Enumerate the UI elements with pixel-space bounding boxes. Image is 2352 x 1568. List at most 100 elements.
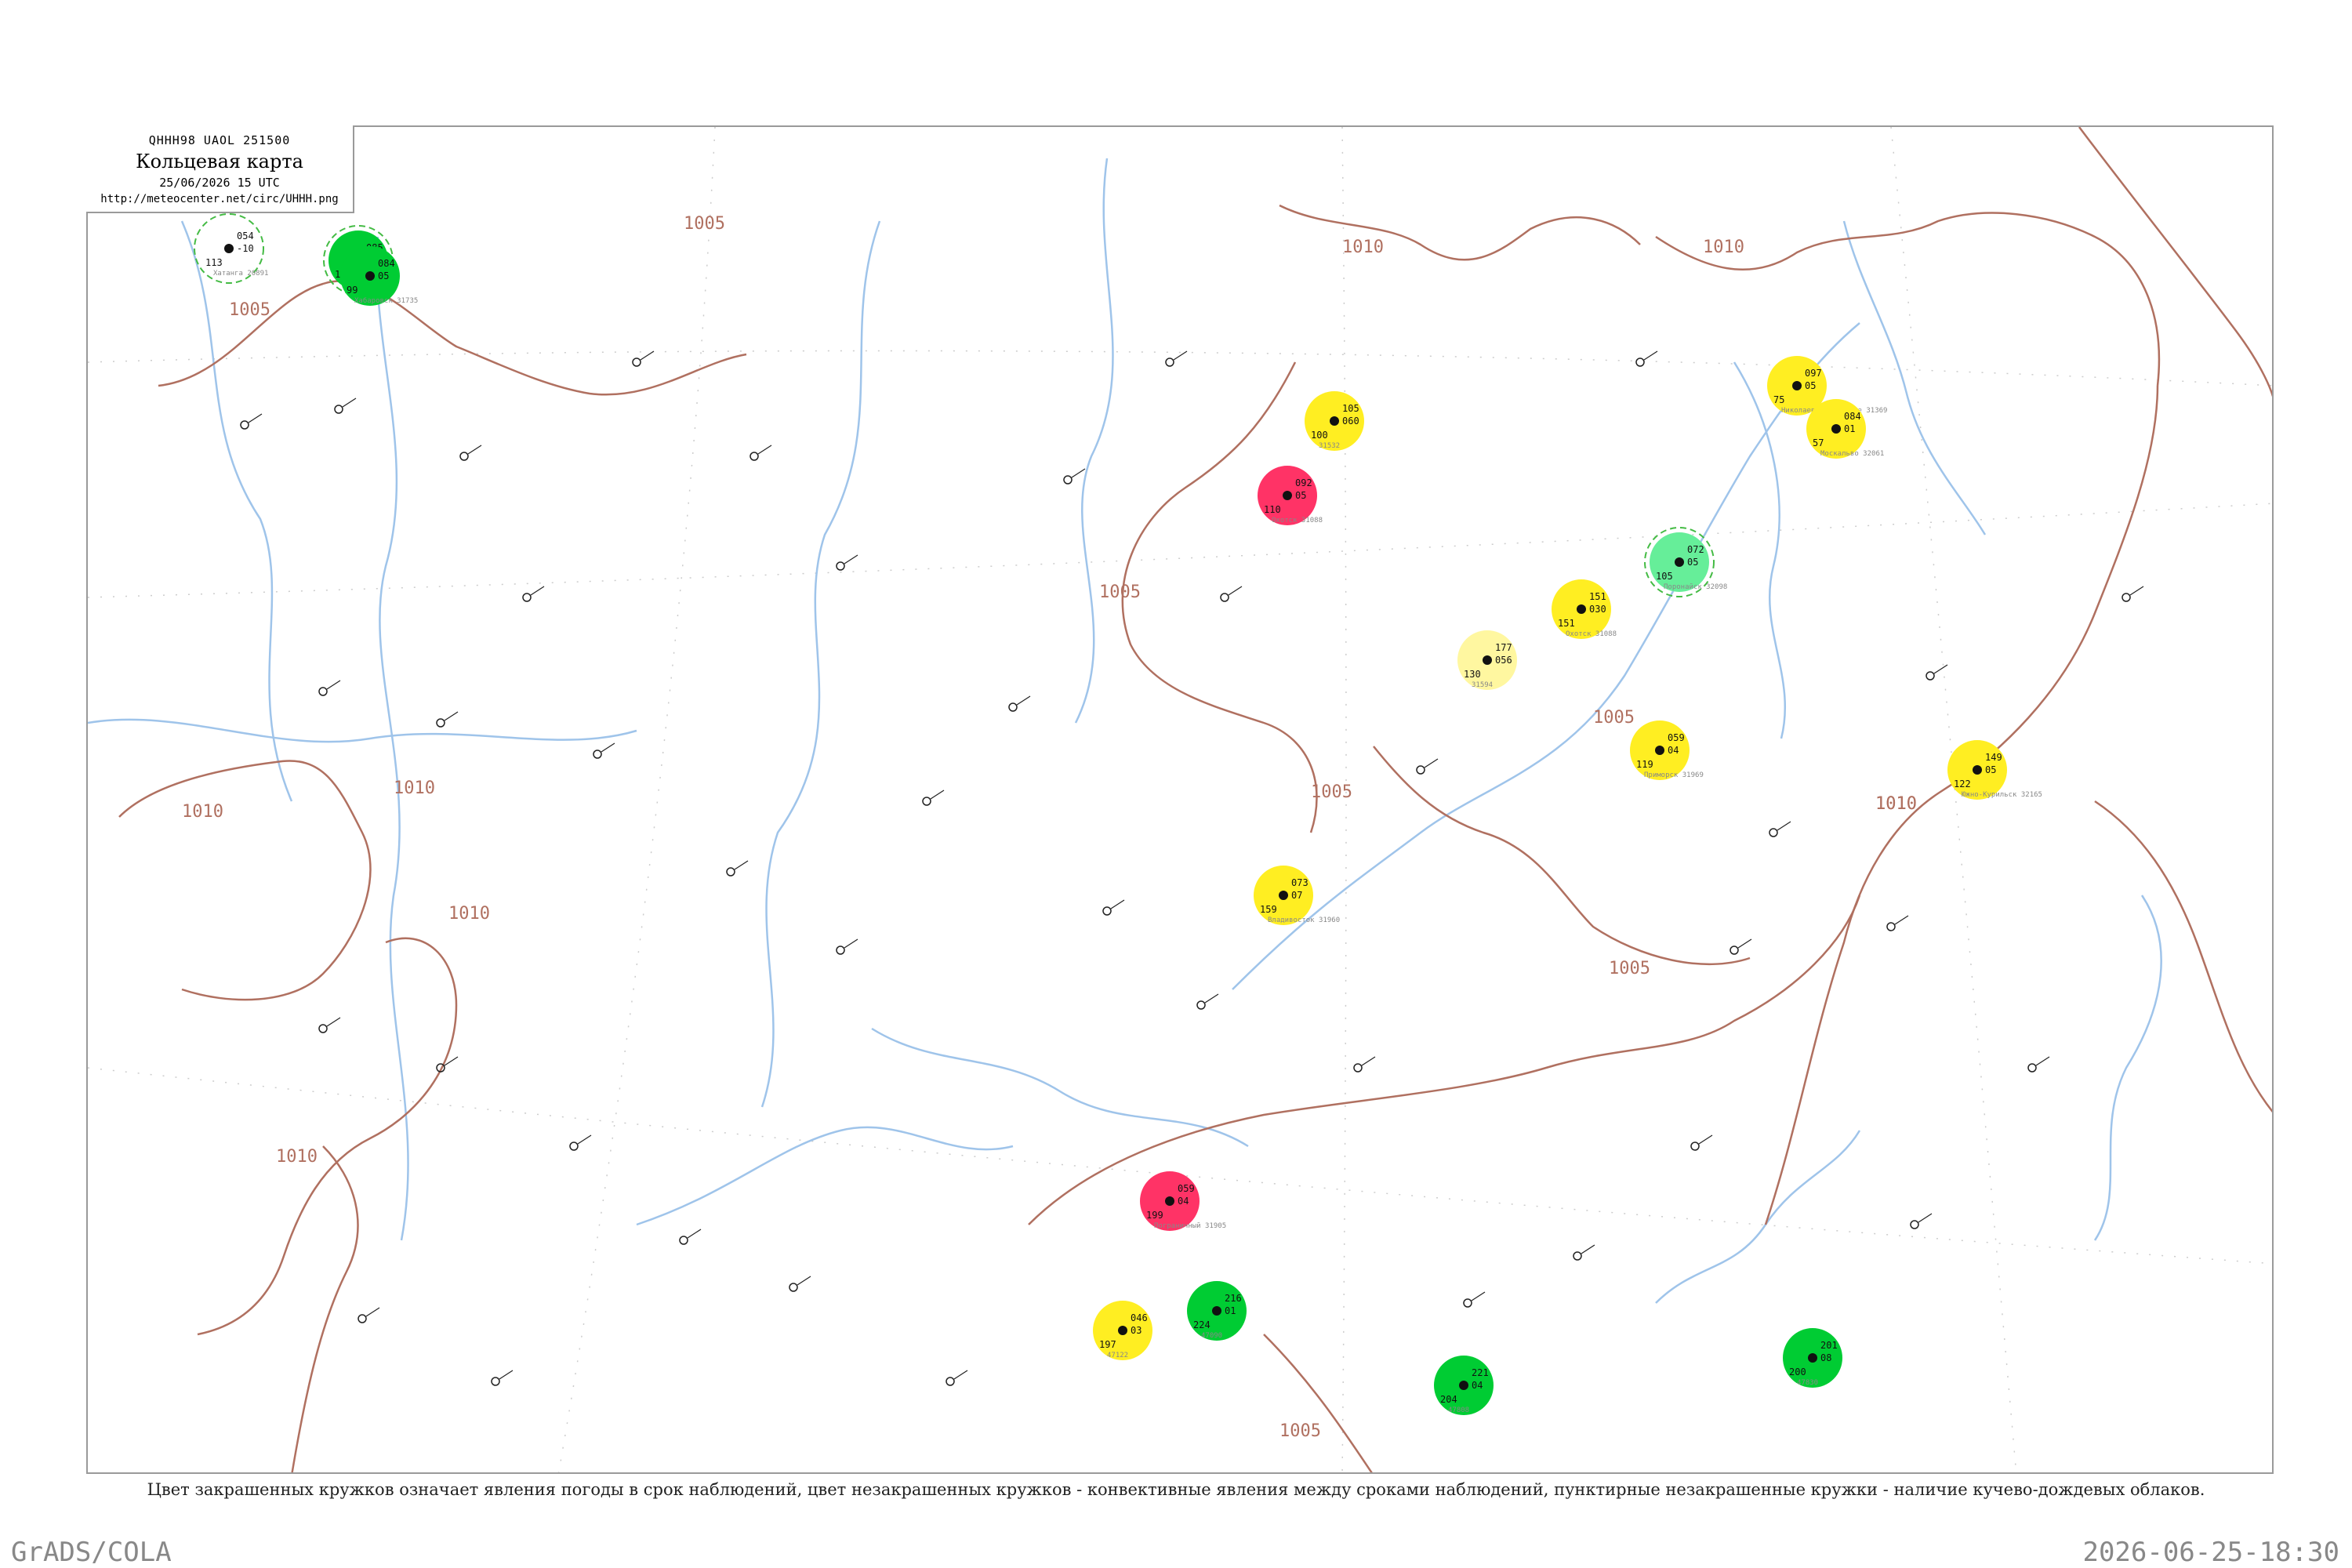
station-marker [569, 1142, 579, 1151]
station-value-t: 05 [378, 270, 389, 281]
river-sakhalin [2093, 895, 2162, 1241]
wind-barb [467, 445, 482, 455]
station-name: Охотск 31088 [1272, 517, 1323, 524]
station-marker [334, 405, 343, 414]
isobar-1010-left [291, 1145, 359, 1472]
wind-barb [1071, 468, 1086, 478]
station-value-td: 197 [1099, 1339, 1116, 1350]
station-marker [318, 687, 328, 696]
station-name: Южно-Курильск 32165 [1962, 791, 2042, 799]
station-value-td: 100 [1311, 430, 1328, 441]
river-sea [871, 1027, 1249, 1148]
station-value-td: 159 [1260, 904, 1277, 915]
station-value-td: 57 [1813, 437, 1824, 448]
station-cloud-cover-marker [1459, 1381, 1468, 1390]
station-plot[interactable]: 151030151Охотск 31088 [1552, 579, 1617, 639]
station-marker [358, 1314, 367, 1323]
station-marker [632, 358, 641, 367]
station-value-t: 056 [1495, 655, 1512, 666]
station-marker [789, 1283, 798, 1292]
map-canvas[interactable]: 1005 1010 1005 1005 1010 1010 1010 1010 … [88, 127, 2274, 1474]
station-marker [1063, 475, 1073, 485]
wind-barb [844, 554, 858, 564]
station-plot[interactable]: 046 03 197 47122 [1093, 1301, 1152, 1360]
station-plot[interactable]: 20108 200 47830 [1783, 1328, 1842, 1388]
station-marker [459, 452, 469, 461]
station-value-t: -10 [237, 243, 254, 254]
source-url[interactable]: http://meteocenter.net/circ/UHHH.png [86, 193, 353, 205]
wind-barb [640, 350, 655, 361]
station-marker [1910, 1220, 1919, 1229]
station-value-t: 05 [1687, 557, 1698, 568]
station-cloud-cover-marker [1279, 891, 1288, 900]
station-plot[interactable]: 072 05 105Поронайск 32098 [1644, 527, 1727, 597]
station-name: Охотск 31088 [1566, 630, 1617, 638]
isobar-label: 1005 [1099, 583, 1141, 602]
isobar-1010-northeast [1279, 204, 1641, 261]
isobar-label: 1010 [276, 1147, 318, 1167]
isobars [118, 127, 2272, 1472]
station-marker [1196, 1000, 1206, 1010]
station-value-p: 097 [1805, 368, 1822, 379]
station-name: Хатанга 20891 [213, 270, 268, 278]
station-plot[interactable]: 177 056 13031594 [1457, 630, 1517, 690]
station-marker [1008, 702, 1018, 712]
river-ussuri [1733, 361, 1787, 739]
station-marker [750, 452, 759, 461]
station-value-p: 149 [1985, 752, 2002, 763]
station-plot[interactable]: 105 060 10031532 [1305, 391, 1364, 451]
station-value-td: 130 [1464, 669, 1481, 680]
station-plot[interactable]: 073 07 159Владивосток 31960 [1254, 866, 1340, 925]
station-name: Поронайск 32098 [1664, 583, 1727, 591]
station-plot[interactable]: 054 -10 113 Хатанга 20891 [194, 213, 268, 284]
isobar-label: 1010 [394, 779, 435, 798]
software-credit: GrADS/COLA [11, 1537, 172, 1568]
station-value-td: 113 [205, 257, 223, 268]
station-plot[interactable]: 08405 99Хабаровск 31735 [340, 246, 418, 306]
wind-barb [1581, 1244, 1595, 1254]
station-marker [1926, 671, 1935, 681]
station-plot[interactable]: 092 05 110 Охотск 31088 [1258, 466, 1323, 525]
river-aldan [1074, 158, 1114, 724]
isobar-label: 1005 [229, 300, 270, 320]
station-value-td: 224 [1193, 1319, 1210, 1330]
station-name: 47090 [1201, 1332, 1222, 1340]
map-frame: 1005 1010 1005 1005 1010 1010 1010 1010 … [86, 125, 2274, 1474]
station-marker [836, 561, 845, 571]
station-cloud-cover-marker [1792, 381, 1802, 390]
isobar-1005-south [1028, 895, 1861, 1225]
isobar-label: 1010 [182, 802, 223, 822]
station-value-p: 151 [1589, 591, 1606, 602]
station-plot[interactable]: 14905 122 Южно-Курильск 32165 [1947, 740, 2042, 800]
station-plot[interactable]: 059 04 119Приморск 31969 [1630, 720, 1704, 780]
station-cloud-cover-marker [1118, 1326, 1127, 1335]
station-name: Приморск 31969 [1644, 771, 1704, 779]
station-plot[interactable]: 21601 224 47090 [1187, 1281, 1247, 1341]
station-name: 47830 [1797, 1379, 1818, 1387]
wind-barb [444, 711, 459, 721]
wind-barb [1204, 993, 1219, 1004]
station-value-t: 04 [1668, 745, 1679, 756]
isobar-label: 1005 [1609, 959, 1650, 978]
station-value-p: 073 [1291, 877, 1308, 888]
station-value-p: 084 [378, 258, 395, 269]
station-marker [318, 1024, 328, 1033]
station-value-t: 07 [1291, 890, 1302, 901]
station-name: 47808 [1448, 1406, 1469, 1414]
station-value-td: 151 [1558, 618, 1575, 629]
station-value-p: 046 [1131, 1312, 1148, 1323]
station-name: Владивосток 31960 [1268, 916, 1340, 924]
station-value-p: 105 [1342, 403, 1359, 414]
weather-stations[interactable]: 054-10113Хатанга 20891085051352143208405… [194, 213, 2042, 1415]
station-name: 47122 [1107, 1352, 1128, 1359]
wind-barb [687, 1229, 702, 1239]
station-plot[interactable]: 221 04 20447808 [1434, 1356, 1494, 1415]
station-value-p: 072 [1687, 544, 1704, 555]
station-cloud-cover-marker [1212, 1306, 1221, 1316]
station-name: 31532 [1319, 442, 1340, 450]
wind-barb [930, 789, 945, 800]
station-plot[interactable]: 059 04 199Пограничный 31905 [1140, 1171, 1226, 1231]
station-marker [1769, 828, 1778, 837]
station-value-td: 122 [1954, 779, 1971, 789]
station-marker [1886, 922, 1896, 931]
